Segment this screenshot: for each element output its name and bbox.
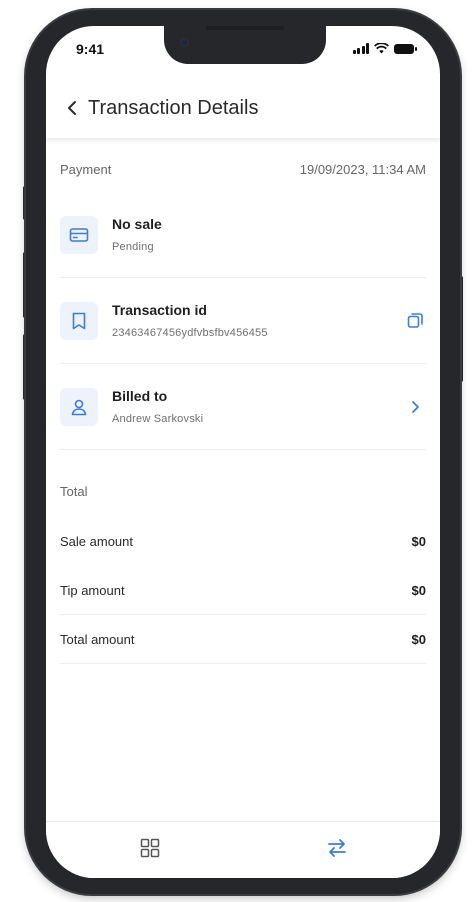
nav-transactions-button[interactable] bbox=[325, 836, 349, 860]
list-item-sale-status: No sale Pending bbox=[60, 192, 426, 278]
amount-label: Tip amount bbox=[60, 582, 125, 598]
item-subtitle: Pending bbox=[112, 241, 154, 253]
notch bbox=[164, 26, 326, 64]
item-icon-container bbox=[60, 387, 98, 426]
page-title: Transaction Details bbox=[88, 96, 259, 119]
amount-row-sale: Sale amount $0 bbox=[60, 517, 426, 566]
chevron-left-icon bbox=[68, 101, 76, 115]
transfer-arrows-icon bbox=[328, 839, 346, 857]
payment-date: 19/09/2023, 11:34 AM bbox=[299, 161, 426, 177]
item-subtitle: 23463467456ydfvbsfbv456455 bbox=[112, 327, 268, 339]
chevron-right-icon bbox=[412, 400, 419, 413]
amount-label: Total amount bbox=[60, 631, 135, 647]
amount-value: $0 bbox=[411, 534, 426, 549]
item-subtitle: Andrew Sarkovski bbox=[112, 413, 204, 425]
item-icon-container bbox=[60, 301, 98, 340]
header: Transaction Details bbox=[46, 78, 440, 138]
camera bbox=[180, 38, 189, 47]
user-icon bbox=[71, 399, 87, 415]
payment-section-header: Payment 19/09/2023, 11:34 AM bbox=[60, 138, 426, 192]
back-button[interactable] bbox=[62, 96, 82, 120]
amount-value: $0 bbox=[411, 631, 426, 647]
total-section-label: Total bbox=[60, 484, 88, 499]
phone-screen: 9:41 Transaction Details Payment 19/09/2… bbox=[46, 26, 440, 878]
amount-label: Sale amount bbox=[60, 534, 133, 549]
copy-button[interactable] bbox=[404, 310, 426, 332]
status-icons bbox=[352, 43, 417, 54]
item-title: No sale bbox=[112, 216, 162, 232]
amount-row-total: Total amount $0 bbox=[60, 615, 426, 664]
battery-icon bbox=[394, 43, 417, 54]
payment-label: Payment bbox=[60, 161, 112, 177]
copy-icon bbox=[407, 313, 423, 328]
status-time: 9:41 bbox=[76, 41, 105, 57]
credit-card-icon bbox=[69, 227, 89, 242]
nav-dashboard-button[interactable] bbox=[138, 836, 162, 860]
receipt-icon bbox=[72, 312, 86, 329]
item-title: Billed to bbox=[112, 388, 168, 404]
grid-icon bbox=[140, 838, 160, 858]
amount-value: $0 bbox=[411, 582, 426, 598]
speaker bbox=[206, 26, 284, 30]
list-item-billed-to[interactable]: Billed to Andrew Sarkovski bbox=[60, 364, 426, 450]
billed-to-chevron[interactable] bbox=[404, 396, 426, 418]
amount-row-tip: Tip amount $0 bbox=[60, 566, 426, 615]
main-content: Payment 19/09/2023, 11:34 AM No sale Pen… bbox=[60, 138, 426, 664]
item-icon-container bbox=[60, 215, 98, 254]
wifi-icon bbox=[374, 43, 389, 54]
cellular-signal-icon bbox=[352, 43, 369, 54]
list-item-transaction-id: Transaction id 23463467456ydfvbsfbv45645… bbox=[60, 278, 426, 364]
item-title: Transaction id bbox=[112, 302, 207, 318]
bottom-navigation bbox=[46, 821, 440, 878]
